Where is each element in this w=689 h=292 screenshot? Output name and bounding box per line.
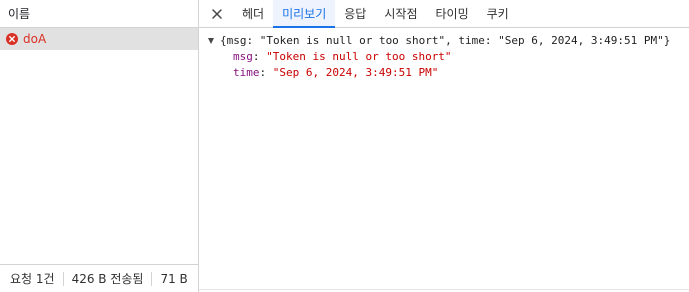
tab-response[interactable]: 응답 [335, 0, 375, 27]
tab-timing-label: 타이밍 [435, 7, 469, 21]
request-count: 요청 1건 [10, 272, 55, 286]
summary-status-bar: 요청 1건 426 B 전송됨 71 B [0, 264, 198, 292]
tab-cookies[interactable]: 쿠키 [478, 0, 518, 27]
status-divider [62, 271, 64, 286]
status-divider [151, 271, 153, 286]
tab-initiator-label: 시작점 [384, 7, 418, 21]
json-root-line[interactable]: {msg: "Token is null or too short", time… [199, 33, 689, 49]
tab-preview-label: 미리보기 [282, 7, 327, 21]
request-row[interactable]: doA [0, 28, 198, 50]
request-name: doA [23, 32, 47, 46]
tab-headers-label: 헤더 [242, 7, 265, 21]
json-colon: : [259, 66, 273, 79]
expand-triangle-icon[interactable] [208, 38, 214, 44]
resources-size: 71 B [160, 271, 188, 286]
tab-initiator[interactable]: 시작점 [375, 0, 426, 27]
close-detail-button[interactable] [205, 0, 229, 27]
tab-headers[interactable]: 헤더 [233, 0, 273, 27]
detail-tab-bar: 헤더 미리보기 응답 시작점 타이밍 쿠키 [199, 0, 689, 28]
json-preview: {msg: "Token is null or too short", time… [199, 28, 689, 81]
bottom-divider [199, 289, 689, 290]
json-colon: : [252, 50, 267, 63]
name-column-label: 이름 [8, 7, 31, 21]
json-value: "Token is null or too short" [266, 50, 452, 63]
error-icon [6, 33, 18, 45]
json-field-time: time: "Sep 6, 2024, 3:49:51 PM" [199, 65, 689, 81]
tab-preview[interactable]: 미리보기 [273, 0, 336, 28]
name-column-header[interactable]: 이름 [0, 0, 198, 28]
tab-cookies-label: 쿠키 [486, 7, 509, 21]
close-icon [212, 8, 222, 19]
json-value: "Sep 6, 2024, 3:49:51 PM" [272, 66, 439, 79]
tab-response-label: 응답 [344, 7, 367, 21]
request-detail-pane: 헤더 미리보기 응답 시작점 타이밍 쿠키 {msg: "Token is nu… [199, 0, 689, 292]
json-field-msg: msg: "Token is null or too short" [199, 49, 689, 65]
json-key: time [233, 66, 260, 79]
request-list-pane: 이름 doA 요청 1건 426 B 전송됨 71 B [0, 0, 199, 292]
json-key: msg [233, 50, 253, 63]
tab-timing[interactable]: 타이밍 [426, 0, 477, 27]
transferred-size: 426 B 전송됨 [71, 272, 144, 286]
json-summary: {msg: "Token is null or too short", time… [220, 34, 671, 47]
